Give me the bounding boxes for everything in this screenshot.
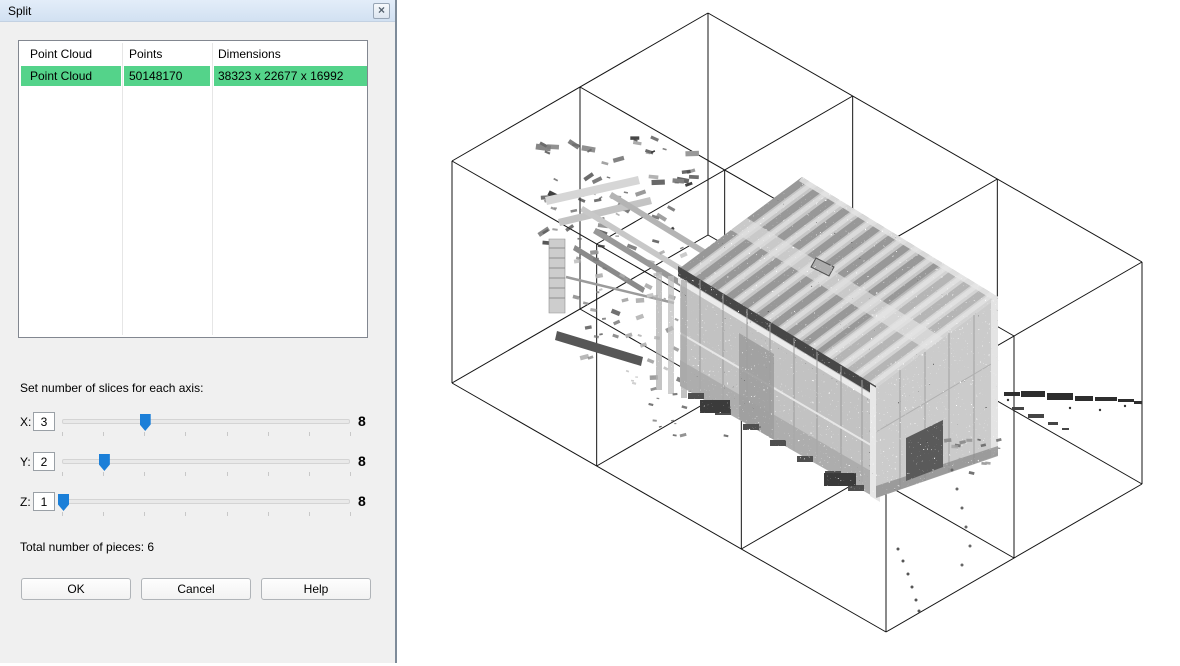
pointcloud-table: Point Cloud Points Dimensions Point Clou…	[18, 40, 368, 338]
axis-label-x: X:	[20, 415, 31, 429]
slider-tick	[185, 432, 186, 436]
slider-tick	[103, 472, 104, 476]
slider-tick	[268, 432, 269, 436]
slider-tick	[103, 432, 104, 436]
z-slider-ticks	[62, 512, 350, 517]
column-separator	[122, 43, 123, 335]
slices-heading: Set number of slices for each axis:	[20, 381, 203, 395]
pointcloud-render	[535, 135, 1142, 612]
y-slider-ticks	[62, 472, 350, 477]
x-slider-track[interactable]	[62, 419, 350, 424]
cell-points-count[interactable]: 50148170	[124, 66, 210, 86]
y-slider-track[interactable]	[62, 459, 350, 464]
slider-tick	[62, 472, 63, 476]
slider-tick	[227, 512, 228, 516]
column-header-points[interactable]: Points	[124, 41, 211, 65]
help-button[interactable]: Help	[261, 578, 371, 600]
3d-viewport[interactable]	[397, 0, 1180, 663]
slider-tick	[144, 472, 145, 476]
axis-label-y: Y:	[20, 455, 31, 469]
slider-row-x: X: 8	[0, 412, 397, 442]
slider-row-z: Z: 8	[0, 492, 397, 522]
z-slider-max-label: 8	[358, 493, 366, 509]
column-header-dimensions[interactable]: Dimensions	[214, 41, 366, 65]
cell-dimensions[interactable]: 38323 x 22677 x 16992	[214, 66, 367, 86]
slider-tick	[268, 472, 269, 476]
ok-button[interactable]: OK	[21, 578, 131, 600]
x-slider-ticks	[62, 432, 350, 437]
x-slider-max-label: 8	[358, 413, 366, 429]
slider-tick	[227, 472, 228, 476]
slider-tick	[62, 512, 63, 516]
x-slider-thumb[interactable]	[140, 414, 151, 431]
slider-tick	[350, 512, 351, 516]
y-slices-input[interactable]	[33, 452, 55, 471]
slider-tick	[350, 432, 351, 436]
y-slider-thumb[interactable]	[99, 454, 110, 471]
close-button[interactable]: ×	[373, 3, 390, 19]
column-separator	[212, 43, 213, 335]
dialog-title: Split	[8, 4, 31, 18]
dialog-content: Point Cloud Points Dimensions Point Clou…	[0, 22, 395, 663]
slider-tick	[144, 512, 145, 516]
y-slider-max-label: 8	[358, 453, 366, 469]
slider-tick	[103, 512, 104, 516]
slider-tick	[350, 472, 351, 476]
pointcloud-scene[interactable]	[397, 0, 1180, 663]
dialog-titlebar[interactable]: Split ×	[0, 0, 395, 22]
cancel-button[interactable]: Cancel	[141, 578, 251, 600]
cell-point-cloud-name[interactable]: Point Cloud	[21, 66, 121, 86]
z-slices-input[interactable]	[33, 492, 55, 511]
total-pieces-label: Total number of pieces: 6	[20, 540, 154, 554]
slider-tick	[62, 432, 63, 436]
slider-tick	[309, 472, 310, 476]
slider-tick	[268, 512, 269, 516]
z-slider-thumb[interactable]	[58, 494, 69, 511]
axis-label-z: Z:	[20, 495, 31, 509]
z-slider-track[interactable]	[62, 499, 350, 504]
slider-tick	[185, 472, 186, 476]
split-dialog: Split × Point Cloud Points Dimensions Po…	[0, 0, 397, 663]
slider-tick	[309, 512, 310, 516]
slider-tick	[185, 512, 186, 516]
slider-tick	[309, 432, 310, 436]
close-icon: ×	[378, 3, 385, 17]
column-header-point-cloud[interactable]: Point Cloud	[20, 41, 121, 65]
slider-tick	[227, 432, 228, 436]
slider-tick	[144, 432, 145, 436]
slider-row-y: Y: 8	[0, 452, 397, 482]
x-slices-input[interactable]	[33, 412, 55, 431]
